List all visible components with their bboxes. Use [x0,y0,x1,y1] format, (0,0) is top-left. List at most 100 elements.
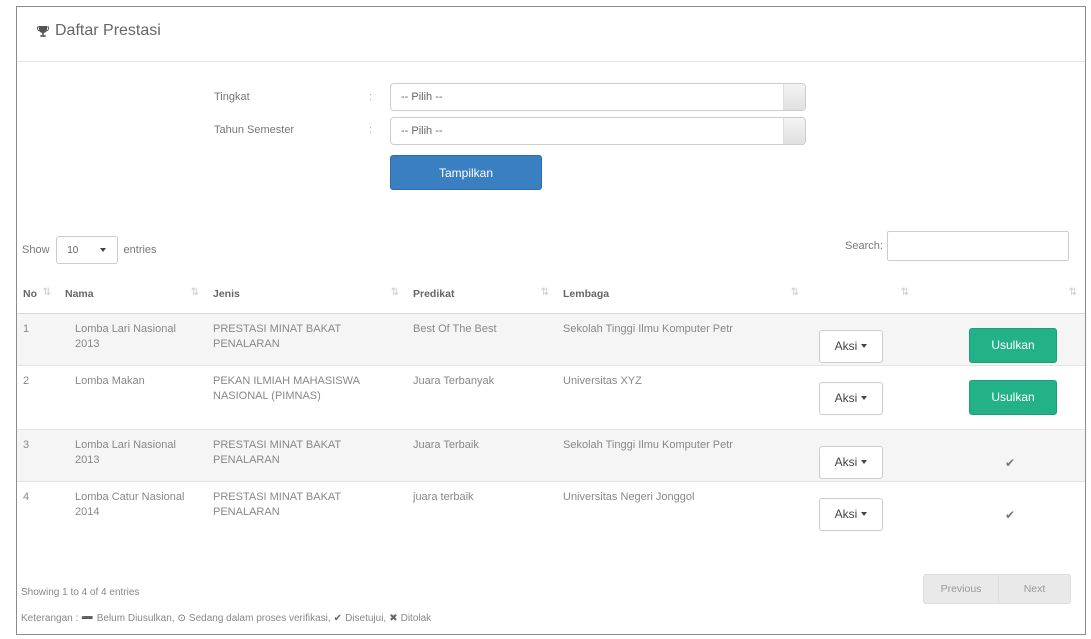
cell-lembaga: Universitas XYZ [557,364,807,429]
cell-lembaga: Universitas Negeri Jonggol [557,480,807,533]
table-row: 1 Lomba Lari Nasional 2013 PRESTASI MINA… [17,312,1085,365]
check-icon: ✔ [1005,507,1016,522]
pagination: Previous Next [923,574,1071,604]
check-icon: ✔ [333,613,343,624]
cell-aksi: Aksi [807,428,917,481]
tahun-semester-select-value: -- Pilih -- [401,125,443,137]
tingkat-select-arrow [783,84,805,110]
cell-aksi: Aksi [807,364,917,429]
table-row: 4 Lomba Catur Nasional 2014 PRESTASI MIN… [17,480,1085,533]
cell-nama: Lomba Catur Nasional 2014 [59,480,207,533]
sort-icon: ⇅ [790,287,799,298]
show-entries: Show 10 entries [22,236,157,264]
cell-lembaga: Sekolah Tinggi Ilmu Komputer Petr [557,428,807,481]
cell-status: Usulkan [917,364,1085,429]
cell-aksi: Aksi [807,480,917,533]
aksi-dropdown-button[interactable]: Aksi [819,381,883,415]
aksi-label: Aksi [834,506,858,521]
tingkat-colon: : [369,91,373,103]
col-jenis-label: Jenis [213,287,240,300]
tingkat-select-value: -- Pilih -- [401,91,443,103]
chevron-down-icon [861,344,868,348]
col-nama-label: Nama [65,287,94,300]
col-no[interactable]: No ⇅ [17,275,59,314]
chevron-down-icon [861,396,868,400]
table-row: 2 Lomba Makan PEKAN ILMIAH MAHASISWA NAS… [17,364,1085,429]
aksi-dropdown-button[interactable]: Aksi [819,445,883,479]
cell-predikat: Juara Terbanyak [407,364,557,429]
aksi-label: Aksi [834,338,858,353]
legend-sedang: Sedang dalam proses verifikasi, [188,613,331,624]
cell-status: ✔ [917,428,1085,481]
search-wrap: Search: [845,231,1069,261]
col-nama[interactable]: Nama ⇅ [59,275,207,314]
tingkat-select[interactable]: -- Pilih -- [390,83,806,111]
minus-icon: ➖ [81,613,94,624]
next-button[interactable]: Next [999,574,1071,604]
cell-predikat: juara terbaik [407,480,557,533]
table-info: Showing 1 to 4 of 4 entries [21,587,140,598]
prestasi-panel: Daftar Prestasi Tingkat : -- Pilih -- Ta… [16,6,1086,635]
col-no-label: No [23,287,37,300]
tahun-semester-select[interactable]: -- Pilih -- [390,117,806,145]
cell-jenis: PRESTASI MINAT BAKAT PENALARAN [207,312,407,365]
sort-icon: ⇅ [1068,287,1077,298]
cell-no: 2 [17,364,59,429]
prestasi-table: No ⇅ Nama ⇅ Jenis ⇅ Predikat ⇅ Lembaga ⇅ ⇅ ⇅ … [17,275,1085,533]
legend: Keterangan : ➖ Belum Diusulkan, ⊙ Sedang… [21,613,431,624]
table-row: 3 Lomba Lari Nasional 2013 PRESTASI MINA… [17,428,1085,481]
sort-icon: ⇅ [540,287,549,298]
col-lembaga-label: Lembaga [563,287,610,300]
legend-ditolak: Ditolak [400,613,432,624]
cell-predikat: Juara Terbaik [407,428,557,481]
check-icon: ✔ [1005,455,1016,470]
chevron-down-icon [861,512,868,516]
sort-asc-icon: ⇅ [42,287,51,298]
entries-length-select[interactable]: 10 [55,236,118,264]
cell-no: 3 [17,428,59,481]
usulkan-button[interactable]: Usulkan [969,379,1057,415]
col-jenis[interactable]: Jenis ⇅ [207,275,407,314]
sort-icon: ⇅ [190,287,199,298]
legend-prefix: Keterangan : [21,613,79,624]
previous-button[interactable]: Previous [923,574,999,604]
cell-status: ✔ [917,480,1085,533]
tahun-semester-colon: : [369,124,373,136]
panel-header: Daftar Prestasi [17,7,1085,62]
cell-no: 4 [17,480,59,533]
cell-lembaga: Sekolah Tinggi Ilmu Komputer Petr [557,312,807,365]
tingkat-label: Tingkat [214,91,250,103]
cell-jenis: PEKAN ILMIAH MAHASISWA NASIONAL (PIMNAS) [207,364,407,429]
legend-belum: Belum Diusulkan, [96,613,175,624]
cell-predikat: Best Of The Best [407,312,557,365]
chevron-down-icon [861,460,868,464]
aksi-dropdown-button[interactable]: Aksi [819,329,883,363]
sort-icon: ⇅ [390,287,399,298]
cell-aksi: Aksi [807,312,917,365]
table-header-row: No ⇅ Nama ⇅ Jenis ⇅ Predikat ⇅ Lembaga ⇅ ⇅ ⇅ [17,275,1085,314]
chevron-down-icon [99,248,106,252]
entries-length-value: 10 [67,244,79,256]
cell-status: Usulkan [917,312,1085,365]
col-status[interactable]: ⇅ [917,275,1085,314]
col-predikat[interactable]: Predikat ⇅ [407,275,557,314]
entries-label: entries [123,244,157,256]
show-label: Show [22,244,50,256]
cell-nama: Lomba Lari Nasional 2013 [59,312,207,365]
col-aksi[interactable]: ⇅ [807,275,917,314]
cell-jenis: PRESTASI MINAT BAKAT PENALARAN [207,428,407,481]
col-predikat-label: Predikat [413,287,455,300]
col-lembaga[interactable]: Lembaga ⇅ [557,275,807,314]
sort-icon: ⇅ [900,287,909,298]
panel-title: Daftar Prestasi [37,22,161,40]
tampilkan-button[interactable]: Tampilkan [390,155,542,190]
cell-nama: Lomba Makan [59,364,207,429]
cell-no: 1 [17,312,59,365]
tahun-semester-select-arrow [783,118,805,144]
trophy-icon [37,25,49,37]
tahun-semester-label: Tahun Semester [214,124,295,136]
aksi-dropdown-button[interactable]: Aksi [819,497,883,531]
usulkan-button[interactable]: Usulkan [969,327,1057,363]
aksi-label: Aksi [834,390,858,405]
search-input[interactable] [886,231,1069,261]
